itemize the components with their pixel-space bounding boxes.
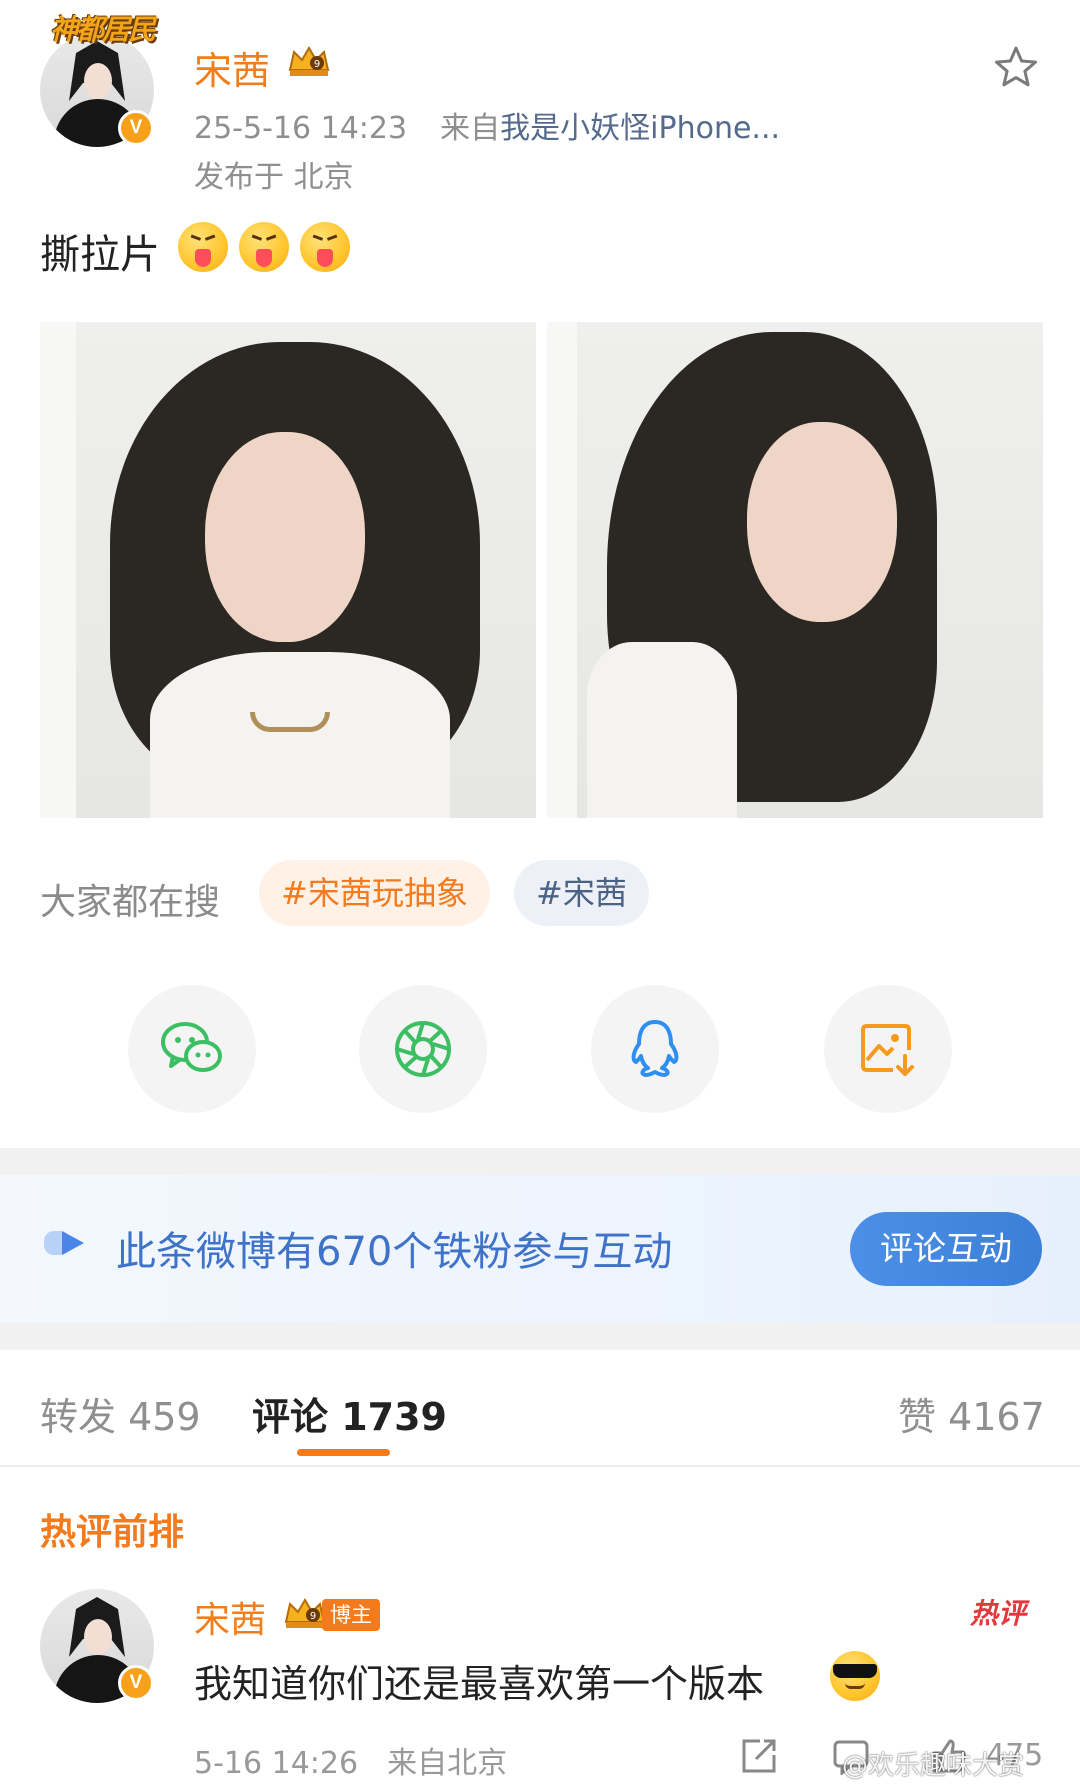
share-qq-button[interactable] (591, 985, 719, 1113)
section-divider (0, 1323, 1080, 1350)
verified-badge-icon: V (118, 1665, 154, 1701)
active-tab-indicator (297, 1449, 390, 1456)
tab-repost[interactable]: 转发 459 (40, 1386, 201, 1441)
hot-comments-title: 热评前排 (40, 1512, 185, 1553)
fans-interaction-bar[interactable]: 此条微博有670个铁粉参与互动 评论互动 (0, 1175, 1080, 1323)
save-image-button[interactable] (824, 985, 952, 1113)
tab-likes[interactable]: 赞 4167 (898, 1386, 1045, 1441)
author-name[interactable]: 宋茜 (194, 40, 270, 95)
fans-interaction-text: 此条微博有670个铁粉参与互动 (116, 1229, 673, 1275)
post-location: 发布于 北京 (194, 160, 354, 195)
crown-badge-icon: 9 (288, 46, 330, 76)
post-photo-1[interactable] (40, 322, 536, 818)
brand-logo: 神都居民 (50, 13, 156, 46)
comment-meta: 5-16 14:26 来自北京 (194, 1738, 507, 1782)
comment-text: 我知道你们还是最喜欢第一个版本 (194, 1662, 765, 1706)
tongue-out-emoji-icon (178, 222, 228, 272)
tongue-out-emoji-icon (239, 222, 289, 272)
tongue-out-emoji-icon (300, 222, 350, 272)
post-source-prefix: 来自 (440, 111, 501, 146)
share-comment-icon[interactable] (740, 1737, 778, 1775)
comment-time: 5-16 14:26 (194, 1746, 359, 1781)
qq-icon (631, 1020, 679, 1077)
fans-play-icon (44, 1231, 84, 1255)
post-meta: 25-5-16 14:23 来自我是小妖怪iPhone... (194, 103, 780, 147)
section-divider (0, 1148, 1080, 1175)
post-photo-2[interactable] (547, 322, 1043, 818)
comment-location: 来自北京 (387, 1746, 508, 1781)
trending-tag[interactable]: #宋茜玩抽象 (259, 860, 490, 926)
moments-icon (395, 1021, 451, 1077)
post-text: 撕拉片 (40, 232, 160, 278)
tab-comments[interactable]: 评论 1739 (252, 1386, 447, 1441)
share-moments-button[interactable] (359, 985, 487, 1113)
trending-tag[interactable]: #宋茜 (514, 860, 649, 926)
weibo-watermark: @欢乐趣味大赏 (842, 1751, 1025, 1781)
hot-comment-badge: 热评 (970, 1597, 1027, 1630)
blogger-badge: 博主 (322, 1599, 380, 1631)
save-image-icon (861, 1024, 914, 1076)
sunglasses-emoji-icon (830, 1651, 880, 1701)
comment-author-name[interactable]: 宋茜 (194, 1591, 266, 1643)
comment-interact-button[interactable]: 评论互动 (850, 1212, 1042, 1286)
trending-label: 大家都在搜 (40, 882, 221, 923)
svg-text:9: 9 (314, 59, 320, 70)
tabs-divider (0, 1465, 1080, 1467)
verified-badge-icon: V (118, 110, 154, 146)
post-source[interactable]: 我是小妖怪iPhone... (500, 111, 780, 146)
post-timestamp: 25-5-16 14:23 (194, 111, 408, 146)
share-wechat-button[interactable] (128, 985, 256, 1113)
favorite-star-icon[interactable] (993, 44, 1039, 90)
svg-text:9: 9 (310, 1611, 316, 1622)
wechat-icon (161, 1022, 222, 1072)
